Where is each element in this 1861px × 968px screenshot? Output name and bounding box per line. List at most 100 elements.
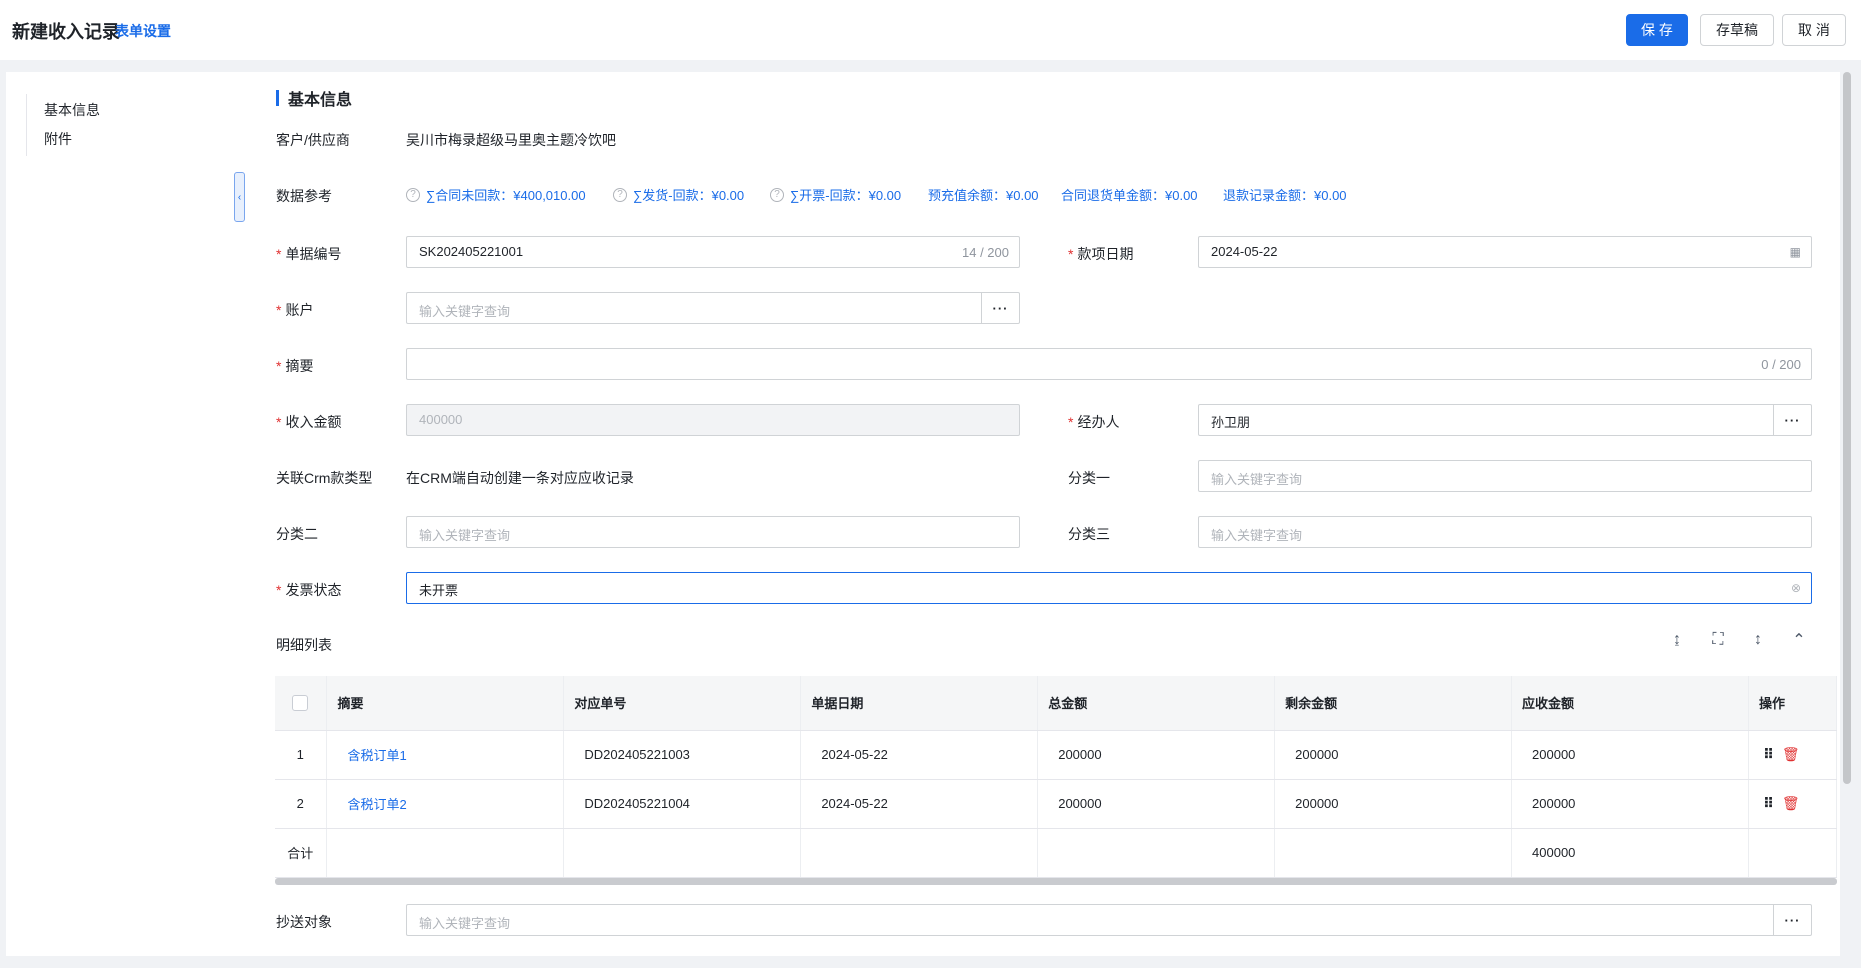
row-date: 2024-05-22 [800, 779, 1039, 829]
row-actions: ⠿ 🗑 [1748, 730, 1838, 780]
invoice-status-label: * 发票状态 [276, 582, 342, 598]
column-header-receivable: 应收金额 [1511, 676, 1749, 731]
row-actions: ⠿ 🗑 [1748, 779, 1838, 829]
table-header-row: 摘要 对应单号 单据日期 总金额 剩余金额 应收金额 操作 [275, 676, 1838, 731]
table-total-row: 合计 400000 [275, 828, 1838, 878]
detail-table: 摘要 对应单号 单据日期 总金额 剩余金额 应收金额 操作 1 含税订单1 DD… [275, 676, 1838, 878]
category-two-input[interactable]: 输入关键字查询 [406, 516, 1020, 548]
column-header-remaining: 剩余金额 [1274, 676, 1513, 731]
reference-prepaid-balance: 预充值余额：¥0.00 [928, 188, 1039, 203]
doc-no-input[interactable]: SK202405221001 14 / 200 [406, 236, 1020, 268]
drag-handle-icon[interactable]: ⠿ [1763, 795, 1774, 812]
cancel-button[interactable]: 取 消 [1782, 14, 1846, 46]
category-three-input[interactable]: 输入关键字查询 [1198, 516, 1812, 548]
handler-input[interactable]: 孙卫朋 ··· [1198, 404, 1812, 436]
row-receivable: 200000 [1511, 779, 1749, 829]
column-header-total: 总金额 [1037, 676, 1276, 731]
main-form: 基本信息 客户/供应商 吴川市梅录超级马里奥主题冷饮吧 数据参考 ? ∑合同未回款… [246, 72, 1840, 956]
handler-label: * 经办人 [1068, 414, 1120, 430]
column-header-actions: 操作 [1748, 676, 1838, 731]
table-row: 1 含税订单1 DD202405221003 2024-05-22 200000… [275, 730, 1838, 780]
category-three-label: 分类三 [1068, 526, 1110, 542]
select-all-cell [275, 676, 328, 731]
column-header-date: 单据日期 [800, 676, 1039, 731]
row-receivable: 200000 [1511, 730, 1749, 780]
trash-icon[interactable]: 🗑 [1782, 795, 1800, 812]
chevron-up-icon[interactable]: ⌃ [1787, 630, 1811, 650]
table-row: 2 含税订单2 DD202405221004 2024-05-22 200000… [275, 779, 1838, 829]
fullscreen-icon[interactable]: ⛶ [1706, 630, 1730, 650]
drag-handle-icon[interactable]: ⠿ [1763, 746, 1774, 763]
cc-input[interactable]: 输入关键字查询 ··· [406, 904, 1812, 936]
doc-no-label: * 单据编号 [276, 246, 342, 262]
account-input[interactable]: 输入关键字查询 ··· [406, 292, 1020, 324]
total-label: 合计 [275, 828, 328, 878]
row-summary-link[interactable]: 含税订单2 [326, 779, 565, 829]
calendar-icon[interactable]: ▦ [1790, 245, 1801, 259]
more-icon[interactable]: ··· [981, 293, 1019, 323]
trash-icon[interactable]: 🗑 [1782, 746, 1800, 763]
column-header-order-no: 对应单号 [563, 676, 802, 731]
select-all-checkbox[interactable] [292, 695, 309, 712]
top-bar: 新建收入记录 表单设置 保 存 存草稿 取 消 [0, 0, 1861, 60]
row-remaining: 200000 [1274, 730, 1513, 780]
row-index: 1 [275, 730, 328, 780]
category-one-label: 分类一 [1068, 470, 1110, 486]
crm-type-label: 关联Crm款类型 [276, 470, 373, 486]
help-icon[interactable]: ? [770, 187, 784, 202]
section-title: 基本信息 [288, 92, 353, 109]
customer-value: 吴川市梅录超级马里奥主题冷饮吧 [406, 132, 616, 148]
page-scrollbar[interactable] [1843, 72, 1851, 784]
side-nav-line [26, 94, 27, 156]
more-icon[interactable]: ··· [1773, 405, 1811, 435]
page-title: 新建收入记录 [12, 22, 120, 42]
save-draft-button[interactable]: 存草稿 [1700, 14, 1774, 46]
reference-contract-unpaid: ? ∑合同未回款：¥400,010.00 [406, 185, 586, 204]
table-horizontal-scrollbar[interactable] [275, 878, 1837, 885]
row-order-no: DD202405221003 [563, 730, 802, 780]
reference-label: 数据参考 [276, 188, 332, 204]
invoice-status-select[interactable]: 未开票 ⊗ [406, 572, 1812, 604]
category-one-input[interactable]: 输入关键字查询 [1198, 460, 1812, 492]
summary-input[interactable]: 0 / 200 [406, 348, 1812, 380]
reference-refund-amount: 退款记录金额：¥0.00 [1223, 188, 1347, 203]
empty-cell [326, 828, 565, 878]
more-icon[interactable]: ··· [1773, 905, 1811, 935]
row-remaining: 200000 [1274, 779, 1513, 829]
customer-label: 客户/供应商 [276, 132, 350, 148]
clear-icon[interactable]: ⊗ [1791, 581, 1801, 595]
reference-invoice-payment: ? ∑开票-回款：¥0.00 [770, 185, 901, 204]
cc-label: 抄送对象 [276, 914, 332, 930]
account-label: * 账户 [276, 302, 314, 318]
row-height-icon[interactable]: ↨ [1665, 630, 1689, 650]
amount-input: 400000 [406, 404, 1020, 436]
section-accent-bar [276, 90, 279, 106]
crm-type-value: 在CRM端自动创建一条对应应收记录 [406, 470, 634, 486]
detail-list-title: 明细列表 [276, 637, 332, 653]
empty-cell [1748, 828, 1838, 878]
form-settings-link[interactable]: 表单设置 [115, 21, 171, 41]
row-summary-link[interactable]: 含税订单1 [326, 730, 565, 780]
empty-cell [563, 828, 802, 878]
save-button[interactable]: 保 存 [1626, 14, 1688, 46]
row-date: 2024-05-22 [800, 730, 1039, 780]
sidenav-item-attachments[interactable]: 附件 [44, 129, 72, 149]
empty-cell [1037, 828, 1276, 878]
help-icon[interactable]: ? [613, 187, 627, 202]
chevron-left-icon[interactable]: ‹ [234, 172, 245, 222]
expand-icon[interactable]: ↕ [1746, 630, 1770, 650]
row-total: 200000 [1037, 730, 1276, 780]
category-two-label: 分类二 [276, 526, 318, 542]
pay-date-input[interactable]: 2024-05-22 ▦ [1198, 236, 1812, 268]
row-total: 200000 [1037, 779, 1276, 829]
pay-date-label: * 款项日期 [1068, 246, 1134, 262]
row-index: 2 [275, 779, 328, 829]
row-order-no: DD202405221004 [563, 779, 802, 829]
amount-label: * 收入金额 [276, 414, 342, 430]
help-icon[interactable]: ? [406, 187, 420, 202]
empty-cell [800, 828, 1039, 878]
reference-shipment-payment: ? ∑发货-回款：¥0.00 [613, 185, 744, 204]
sidenav-item-basic-info[interactable]: 基本信息 [44, 100, 100, 120]
empty-cell [1274, 828, 1513, 878]
side-nav: 基本信息 附件 [6, 72, 246, 956]
